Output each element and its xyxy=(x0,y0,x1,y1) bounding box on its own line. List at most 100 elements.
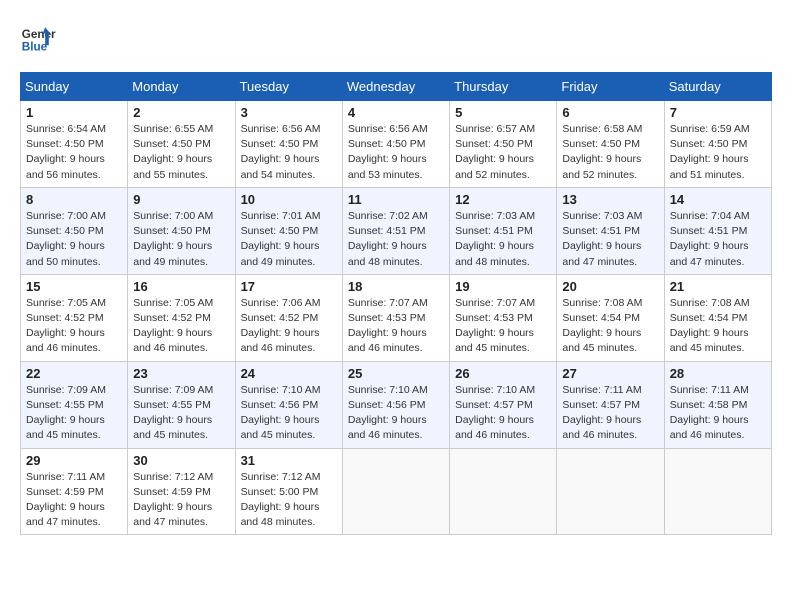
calendar-cell: 28 Sunrise: 7:11 AMSunset: 4:58 PMDayligh… xyxy=(664,361,771,448)
day-info: Sunrise: 7:11 AMSunset: 4:58 PMDaylight:… xyxy=(670,383,766,444)
day-number: 5 xyxy=(455,105,551,120)
day-number: 16 xyxy=(133,279,229,294)
weekday-header-tuesday: Tuesday xyxy=(235,73,342,101)
calendar-cell: 15 Sunrise: 7:05 AMSunset: 4:52 PMDayligh… xyxy=(21,274,128,361)
day-info: Sunrise: 6:55 AMSunset: 4:50 PMDaylight:… xyxy=(133,122,229,183)
day-info: Sunrise: 7:00 AMSunset: 4:50 PMDaylight:… xyxy=(26,209,122,270)
calendar-cell: 31Sunrise: 7:12 AMSunset: 5:00 PMDayligh… xyxy=(235,448,342,535)
calendar-cell xyxy=(342,448,449,535)
day-number: 30 xyxy=(133,453,229,468)
day-number: 21 xyxy=(670,279,766,294)
day-number: 28 xyxy=(670,366,766,381)
calendar-cell: 18 Sunrise: 7:07 AMSunset: 4:53 PMDayligh… xyxy=(342,274,449,361)
day-number: 7 xyxy=(670,105,766,120)
weekday-header-wednesday: Wednesday xyxy=(342,73,449,101)
day-info: Sunrise: 7:10 AMSunset: 4:56 PMDaylight:… xyxy=(241,383,337,444)
calendar-cell: 29 Sunrise: 7:11 AMSunset: 4:59 PMDayligh… xyxy=(21,448,128,535)
day-info: Sunrise: 7:11 AMSunset: 4:57 PMDaylight:… xyxy=(562,383,658,444)
calendar-cell: 9 Sunrise: 7:00 AMSunset: 4:50 PMDaylight… xyxy=(128,187,235,274)
day-number: 2 xyxy=(133,105,229,120)
logo: General Blue xyxy=(20,20,56,56)
calendar-cell: 22Sunrise: 7:09 AMSunset: 4:55 PMDayligh… xyxy=(21,361,128,448)
day-number: 18 xyxy=(348,279,444,294)
calendar-cell: 23 Sunrise: 7:09 AMSunset: 4:55 PMDayligh… xyxy=(128,361,235,448)
day-info: Sunrise: 7:07 AMSunset: 4:53 PMDaylight:… xyxy=(348,296,444,357)
calendar-cell: 7 Sunrise: 6:59 AMSunset: 4:50 PMDaylight… xyxy=(664,101,771,188)
day-info: Sunrise: 7:04 AMSunset: 4:51 PMDaylight:… xyxy=(670,209,766,270)
page-header: General Blue xyxy=(20,20,772,56)
day-info: Sunrise: 7:09 AMSunset: 4:55 PMDaylight:… xyxy=(26,383,122,444)
calendar-cell: 3Sunrise: 6:56 AMSunset: 4:50 PMDaylight… xyxy=(235,101,342,188)
calendar-week-1: 1Sunrise: 6:54 AMSunset: 4:50 PMDaylight… xyxy=(21,101,772,188)
day-info: Sunrise: 7:08 AMSunset: 4:54 PMDaylight:… xyxy=(670,296,766,357)
calendar-cell: 14 Sunrise: 7:04 AMSunset: 4:51 PMDayligh… xyxy=(664,187,771,274)
day-info: Sunrise: 7:10 AMSunset: 4:57 PMDaylight:… xyxy=(455,383,551,444)
day-number: 6 xyxy=(562,105,658,120)
day-info: Sunrise: 6:54 AMSunset: 4:50 PMDaylight:… xyxy=(26,122,122,183)
calendar-cell: 21 Sunrise: 7:08 AMSunset: 4:54 PMDayligh… xyxy=(664,274,771,361)
day-info: Sunrise: 7:10 AMSunset: 4:56 PMDaylight:… xyxy=(348,383,444,444)
day-info: Sunrise: 7:03 AMSunset: 4:51 PMDaylight:… xyxy=(455,209,551,270)
calendar-cell xyxy=(664,448,771,535)
day-number: 26 xyxy=(455,366,551,381)
calendar-cell: 6 Sunrise: 6:58 AMSunset: 4:50 PMDaylight… xyxy=(557,101,664,188)
calendar-cell: 5 Sunrise: 6:57 AMSunset: 4:50 PMDaylight… xyxy=(450,101,557,188)
calendar-cell: 13 Sunrise: 7:03 AMSunset: 4:51 PMDayligh… xyxy=(557,187,664,274)
svg-text:Blue: Blue xyxy=(22,41,48,54)
day-number: 19 xyxy=(455,279,551,294)
day-number: 15 xyxy=(26,279,122,294)
day-number: 14 xyxy=(670,192,766,207)
weekday-header-saturday: Saturday xyxy=(664,73,771,101)
day-info: Sunrise: 6:56 AMSunset: 4:50 PMDaylight:… xyxy=(348,122,444,183)
day-number: 11 xyxy=(348,192,444,207)
calendar-cell: 25 Sunrise: 7:10 AMSunset: 4:56 PMDayligh… xyxy=(342,361,449,448)
calendar-cell: 30Sunrise: 7:12 AMSunset: 4:59 PMDayligh… xyxy=(128,448,235,535)
day-info: Sunrise: 7:01 AMSunset: 4:50 PMDaylight:… xyxy=(241,209,337,270)
day-number: 29 xyxy=(26,453,122,468)
day-number: 9 xyxy=(133,192,229,207)
day-number: 24 xyxy=(241,366,337,381)
day-info: Sunrise: 7:05 AMSunset: 4:52 PMDaylight:… xyxy=(133,296,229,357)
calendar-body: 1Sunrise: 6:54 AMSunset: 4:50 PMDaylight… xyxy=(21,101,772,535)
calendar-cell: 11Sunrise: 7:02 AMSunset: 4:51 PMDayligh… xyxy=(342,187,449,274)
day-number: 20 xyxy=(562,279,658,294)
calendar-week-5: 29 Sunrise: 7:11 AMSunset: 4:59 PMDayligh… xyxy=(21,448,772,535)
day-number: 27 xyxy=(562,366,658,381)
day-info: Sunrise: 6:58 AMSunset: 4:50 PMDaylight:… xyxy=(562,122,658,183)
calendar-cell: 19Sunrise: 7:07 AMSunset: 4:53 PMDayligh… xyxy=(450,274,557,361)
weekday-header-monday: Monday xyxy=(128,73,235,101)
calendar-header-row: SundayMondayTuesdayWednesdayThursdayFrid… xyxy=(21,73,772,101)
day-info: Sunrise: 6:59 AMSunset: 4:50 PMDaylight:… xyxy=(670,122,766,183)
logo-icon: General Blue xyxy=(20,20,56,56)
calendar-week-2: 8 Sunrise: 7:00 AMSunset: 4:50 PMDaylight… xyxy=(21,187,772,274)
day-number: 25 xyxy=(348,366,444,381)
day-number: 23 xyxy=(133,366,229,381)
calendar-cell: 1Sunrise: 6:54 AMSunset: 4:50 PMDaylight… xyxy=(21,101,128,188)
day-info: Sunrise: 7:00 AMSunset: 4:50 PMDaylight:… xyxy=(133,209,229,270)
calendar-cell: 16 Sunrise: 7:05 AMSunset: 4:52 PMDayligh… xyxy=(128,274,235,361)
day-info: Sunrise: 7:03 AMSunset: 4:51 PMDaylight:… xyxy=(562,209,658,270)
day-info: Sunrise: 7:09 AMSunset: 4:55 PMDaylight:… xyxy=(133,383,229,444)
day-info: Sunrise: 7:06 AMSunset: 4:52 PMDaylight:… xyxy=(241,296,337,357)
calendar-cell: 8 Sunrise: 7:00 AMSunset: 4:50 PMDaylight… xyxy=(21,187,128,274)
day-number: 10 xyxy=(241,192,337,207)
day-info: Sunrise: 7:11 AMSunset: 4:59 PMDaylight:… xyxy=(26,470,122,531)
day-number: 13 xyxy=(562,192,658,207)
calendar-cell: 4 Sunrise: 6:56 AMSunset: 4:50 PMDaylight… xyxy=(342,101,449,188)
day-number: 4 xyxy=(348,105,444,120)
calendar-week-4: 22Sunrise: 7:09 AMSunset: 4:55 PMDayligh… xyxy=(21,361,772,448)
day-number: 31 xyxy=(241,453,337,468)
day-number: 12 xyxy=(455,192,551,207)
calendar-cell: 20Sunrise: 7:08 AMSunset: 4:54 PMDayligh… xyxy=(557,274,664,361)
day-info: Sunrise: 6:57 AMSunset: 4:50 PMDaylight:… xyxy=(455,122,551,183)
calendar-cell: 10 Sunrise: 7:01 AMSunset: 4:50 PMDayligh… xyxy=(235,187,342,274)
calendar-cell: 17Sunrise: 7:06 AMSunset: 4:52 PMDayligh… xyxy=(235,274,342,361)
calendar-cell: 24 Sunrise: 7:10 AMSunset: 4:56 PMDayligh… xyxy=(235,361,342,448)
day-info: Sunrise: 6:56 AMSunset: 4:50 PMDaylight:… xyxy=(241,122,337,183)
day-info: Sunrise: 7:05 AMSunset: 4:52 PMDaylight:… xyxy=(26,296,122,357)
calendar-table: SundayMondayTuesdayWednesdayThursdayFrid… xyxy=(20,72,772,535)
calendar-cell: 27 Sunrise: 7:11 AMSunset: 4:57 PMDayligh… xyxy=(557,361,664,448)
calendar-week-3: 15 Sunrise: 7:05 AMSunset: 4:52 PMDayligh… xyxy=(21,274,772,361)
calendar-cell: 2 Sunrise: 6:55 AMSunset: 4:50 PMDaylight… xyxy=(128,101,235,188)
day-number: 8 xyxy=(26,192,122,207)
